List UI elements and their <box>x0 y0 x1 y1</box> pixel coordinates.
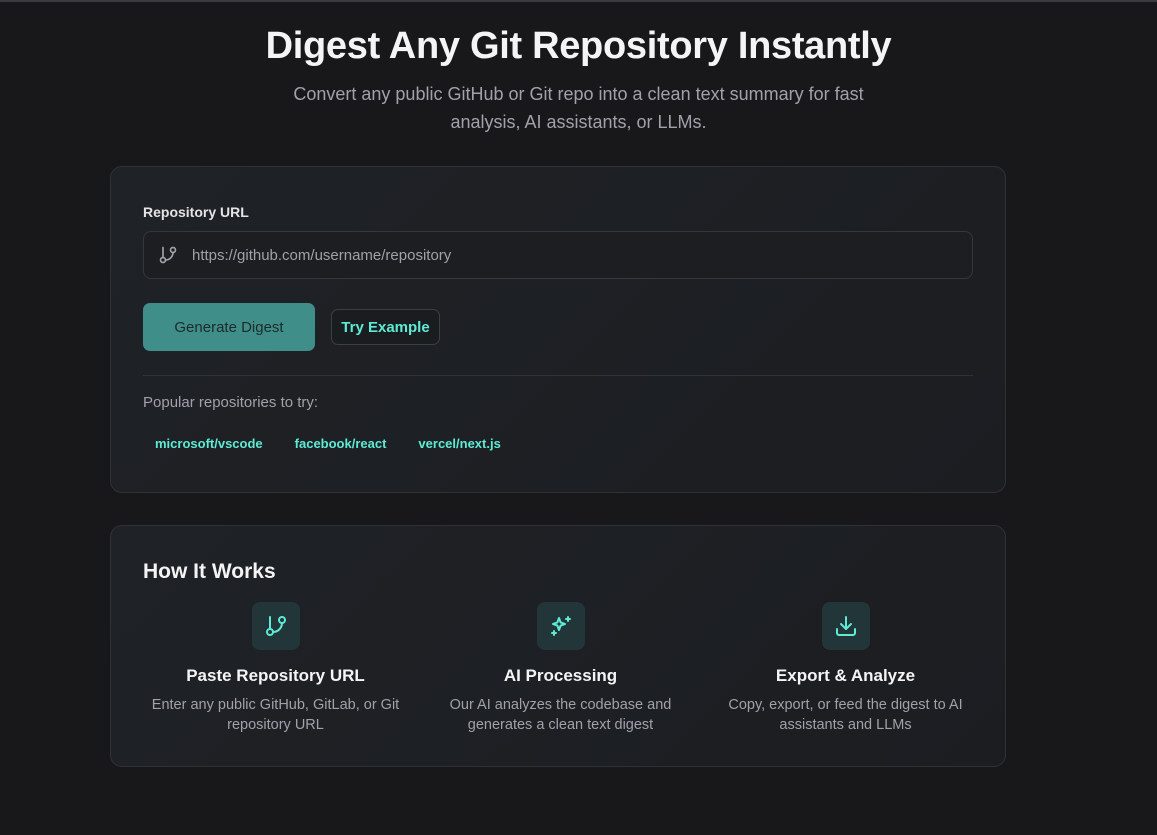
repository-url-label: Repository URL <box>143 204 249 220</box>
step-description: Our AI analyzes the codebase and generat… <box>449 697 672 733</box>
repository-url-field[interactable] <box>143 231 973 279</box>
step-title: Paste Repository URL <box>186 666 365 685</box>
repository-input-card: Repository URL Generate Digest Try Examp… <box>110 166 1006 493</box>
steps-list: Paste Repository URL Enter any public Gi… <box>133 602 988 735</box>
download-icon <box>821 602 870 650</box>
generate-digest-button[interactable]: Generate Digest <box>143 303 315 351</box>
hero: Digest Any Git Repository Instantly Conv… <box>0 24 1157 136</box>
git-branch-icon <box>251 602 300 650</box>
popular-repositories-label: Popular repositories to try: <box>143 394 319 411</box>
popular-repo-link[interactable]: vercel/next.js <box>406 431 512 456</box>
try-example-button[interactable]: Try Example <box>331 309 440 345</box>
top-border <box>0 0 1157 2</box>
step-export-analyze: Export & Analyze Copy, export, or feed t… <box>703 602 988 735</box>
repository-url-input[interactable] <box>192 246 972 264</box>
step-paste-url: Paste Repository URL Enter any public Gi… <box>133 602 418 735</box>
popular-repo-link[interactable]: facebook/react <box>283 431 399 456</box>
step-ai-processing: AI Processing Our AI analyzes the codeba… <box>418 602 703 735</box>
how-it-works-card: How It Works Paste Repository URL Enter … <box>110 525 1006 767</box>
step-title: Export & Analyze <box>775 666 916 685</box>
popular-repo-link[interactable]: microsoft/vscode <box>143 431 275 456</box>
sparkles-icon <box>536 602 585 650</box>
step-description: Enter any public GitHub, GitLab, or Git … <box>151 697 400 733</box>
page-title: Digest Any Git Repository Instantly <box>265 25 892 67</box>
step-description: Copy, export, or feed the digest to AI a… <box>728 697 963 733</box>
how-it-works-title: How It Works <box>143 560 276 583</box>
page-subtitle: Convert any public GitHub or Git repo in… <box>293 84 864 132</box>
popular-repositories-list: microsoft/vscode facebook/react vercel/n… <box>143 431 513 456</box>
step-title: AI Processing <box>503 666 618 685</box>
divider <box>143 375 973 376</box>
git-branch-icon <box>144 245 192 265</box>
